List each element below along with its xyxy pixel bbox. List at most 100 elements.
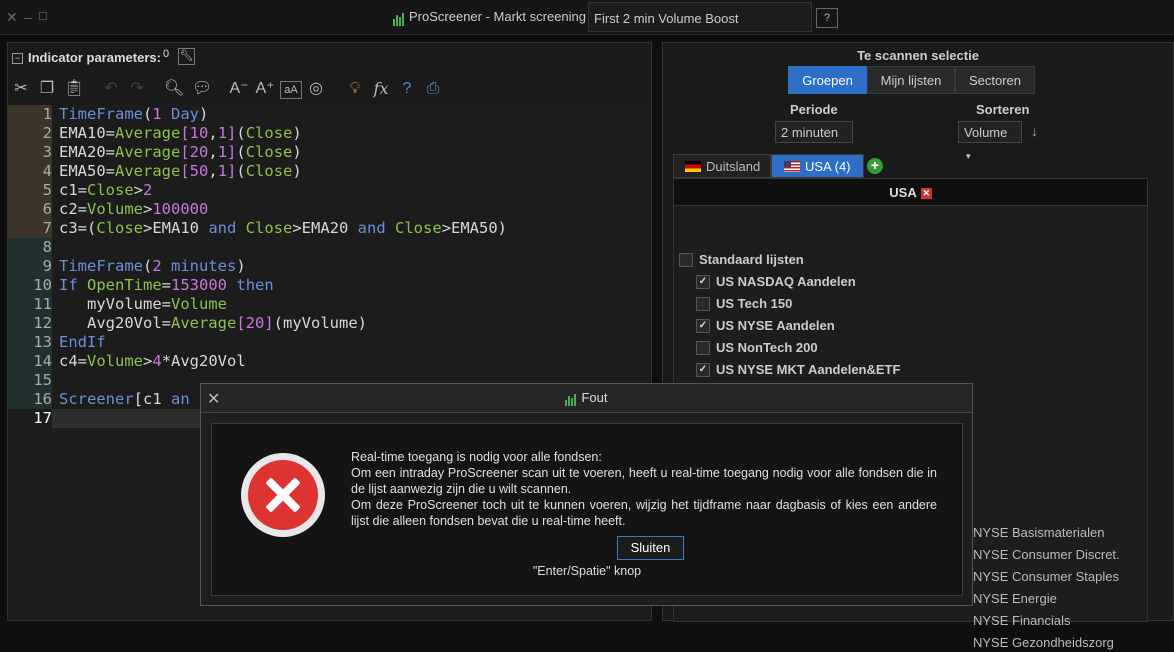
close-window-icon[interactable]: ✕	[6, 9, 18, 26]
function-icon[interactable]: fx	[372, 79, 390, 99]
list-item[interactable]: ✓ US NYSE Aandelen	[696, 317, 835, 335]
code-token: ]	[227, 143, 237, 161]
print-icon[interactable]: ⎙	[424, 79, 442, 99]
color-wheel-icon[interactable]: ◎	[306, 79, 326, 99]
code-line[interactable]: 5 c1=Close>2	[8, 181, 651, 200]
tab-mijn-lijsten[interactable]: Mijn lijsten	[867, 66, 955, 94]
undo-icon[interactable]: ↶	[102, 79, 120, 99]
sector-item[interactable]: NYSE Consumer Staples	[973, 568, 1119, 586]
code-token: 10	[189, 124, 209, 142]
code-token: )	[236, 257, 246, 275]
code-token: (	[236, 124, 246, 142]
decrease-font-icon[interactable]: A⁻	[228, 79, 250, 99]
font-style-icon[interactable]: aA	[280, 81, 302, 99]
code-line[interactable]: 4 EMA50=Average[50,1](Close)	[8, 162, 651, 181]
code-line[interactable]: 9 TimeFrame(2 minutes)	[8, 257, 651, 276]
code-line[interactable]: 7 c3=(Close>EMA10 and Close>EMA20 and Clo…	[8, 219, 651, 238]
minimize-window-icon[interactable]: –	[24, 9, 32, 25]
collapse-icon[interactable]: −	[12, 53, 23, 64]
code-token: (	[236, 143, 246, 161]
line-number: 1	[8, 105, 52, 124]
code-text: EMA50=Average[50,1](Close)	[59, 162, 302, 181]
usa-flag-icon	[784, 161, 800, 173]
code-token: and	[357, 219, 386, 237]
usa-header: USA	[889, 185, 917, 200]
code-line[interactable]: 10 If OpenTime=153000 then	[8, 276, 651, 295]
code-token: c2=	[59, 200, 87, 218]
tab-usa[interactable]: USA (4)	[771, 154, 864, 178]
sector-item[interactable]: NYSE Basismaterialen	[973, 524, 1105, 542]
code-token: (myVolume)	[273, 314, 367, 332]
list-item[interactable]: US Tech 150	[696, 295, 792, 313]
redo-icon[interactable]: ↷	[128, 79, 146, 99]
sort-direction-icon[interactable]: ↓	[1031, 123, 1038, 139]
cut-icon[interactable]: ✂	[12, 79, 30, 99]
tab-groepen[interactable]: Groepen	[788, 66, 867, 94]
code-line[interactable]: 13 EndIf	[8, 333, 651, 352]
code-token: Close	[245, 162, 293, 180]
periode-value: 2 minuten	[781, 125, 839, 140]
sector-item[interactable]: NYSE Financials	[973, 612, 1071, 630]
code-token: EndIf	[59, 333, 106, 351]
code-text: Avg20Vol=Average[20](myVolume)	[59, 314, 367, 333]
code-token: myVolume=	[59, 295, 171, 313]
code-token: 1	[217, 162, 228, 180]
list-item[interactable]: ✓ US NASDAQ Aandelen	[696, 273, 856, 291]
increase-font-icon[interactable]: A⁺	[254, 79, 276, 99]
code-line[interactable]: 1 TimeFrame(1 Day)	[8, 105, 651, 124]
checked-checkbox-icon[interactable]: ✓	[696, 318, 710, 333]
sorteren-select[interactable]: Volume ▾	[958, 121, 1022, 161]
tab-sectoren[interactable]: Sectoren	[955, 66, 1035, 94]
code-token: ,	[208, 124, 218, 142]
comment-icon[interactable]: 💬︎	[192, 79, 212, 99]
wrench-icon[interactable]: 🔧︎	[178, 48, 195, 65]
document-tab[interactable]: First 2 min Volume Boost	[588, 2, 812, 32]
lightbulb-icon[interactable]: 💡︎	[346, 79, 364, 99]
checkbox-icon[interactable]	[696, 296, 710, 311]
code-line[interactable]: 3 EMA20=Average[20,1](Close)	[8, 143, 651, 162]
code-token: Day	[161, 105, 200, 123]
copy-icon[interactable]: ❐	[38, 79, 56, 99]
checkbox-icon[interactable]	[679, 252, 693, 267]
keyboard-hint: "Enter/Spatie" knop	[532, 564, 642, 578]
code-text: Screener[c1 an	[59, 390, 190, 409]
code-line[interactable]: 12 Avg20Vol=Average[20](myVolume)	[8, 314, 651, 333]
maximize-window-icon[interactable]: ☐	[38, 10, 48, 23]
code-line[interactable]: 2 EMA10=Average[10,1](Close)	[8, 124, 651, 143]
code-line[interactable]: 11 myVolume=Volume	[8, 295, 651, 314]
list-item[interactable]: Standaard lijsten	[679, 251, 804, 269]
remove-icon[interactable]: ✕	[920, 188, 932, 200]
code-line[interactable]: 6 c2=Volume>100000	[8, 200, 651, 219]
search-icon[interactable]: 🔍︎	[164, 79, 184, 99]
code-token: 20	[245, 314, 265, 332]
code-token: [	[180, 162, 190, 180]
paste-icon[interactable]: 📋︎	[64, 79, 84, 99]
code-token: 2	[152, 257, 162, 275]
scan-selection-title: Te scannen selectie	[857, 48, 979, 63]
sector-item[interactable]: NYSE Gezondheidszorg	[973, 634, 1114, 652]
checked-checkbox-icon[interactable]: ✓	[696, 274, 710, 289]
code-token: ,	[208, 143, 218, 161]
help-circle-icon[interactable]: ?	[398, 79, 416, 99]
list-item[interactable]: US NonTech 200	[696, 339, 818, 357]
code-line[interactable]: 14 c4=Volume>4*Avg20Vol	[8, 352, 651, 371]
error-message: Real-time toegang is nodig voor alle fon…	[351, 449, 937, 529]
code-line[interactable]: 8	[8, 238, 651, 257]
code-token: ]	[264, 314, 274, 332]
checkbox-icon[interactable]	[696, 340, 710, 355]
list-item[interactable]: ✓ US NYSE MKT Aandelen&ETF	[696, 361, 900, 379]
sector-item[interactable]: NYSE Consumer Discret.	[973, 546, 1120, 564]
help-icon[interactable]: ?	[816, 8, 838, 28]
code-token: 1	[217, 143, 228, 161]
code-token: >	[143, 352, 153, 370]
list-item-label: US NonTech 200	[716, 340, 818, 355]
germany-flag-icon	[685, 161, 701, 173]
checked-checkbox-icon[interactable]: ✓	[696, 362, 710, 377]
add-country-icon[interactable]: +	[867, 158, 883, 174]
code-text: EndIf	[59, 333, 106, 352]
periode-select[interactable]: 2 minuten ▾	[775, 121, 853, 161]
sluiten-button[interactable]: Sluiten	[617, 536, 684, 560]
code-token: and	[208, 219, 237, 237]
tab-duitsland[interactable]: Duitsland	[673, 154, 771, 178]
sector-item[interactable]: NYSE Energie	[973, 590, 1057, 608]
